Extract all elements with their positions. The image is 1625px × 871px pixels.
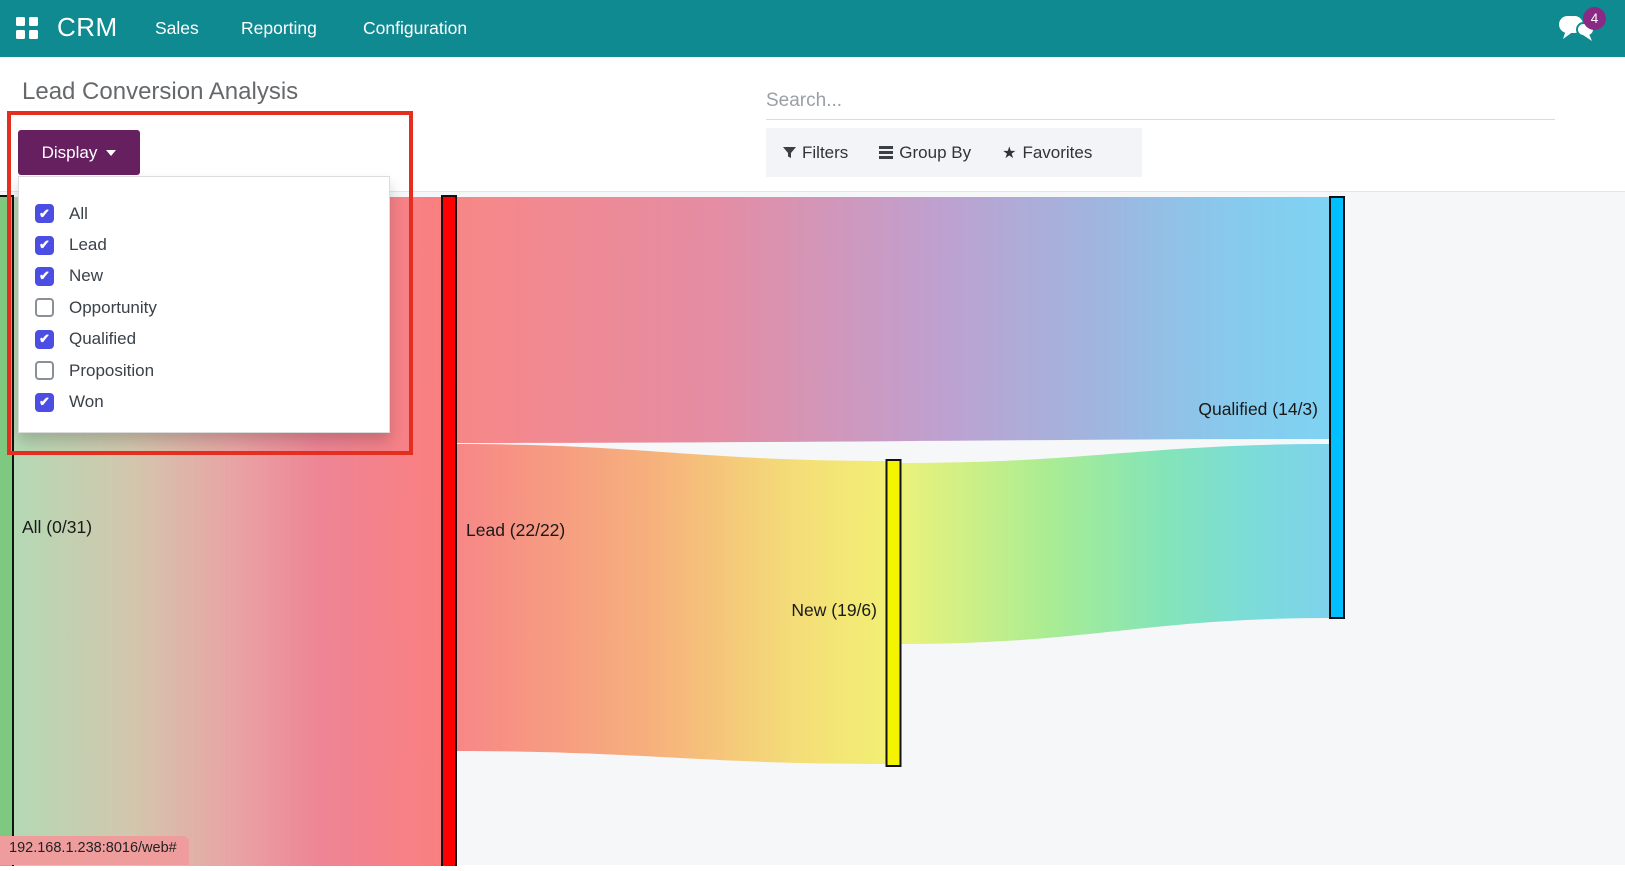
nav-item-configuration[interactable]: Configuration: [363, 18, 467, 39]
group-by-button[interactable]: Group By: [879, 143, 971, 163]
funnel-icon: [783, 146, 796, 159]
checkbox-icon[interactable]: [35, 267, 54, 286]
dropdown-item-opportunity[interactable]: Opportunity: [35, 292, 389, 323]
checkbox-icon[interactable]: [35, 393, 54, 412]
checkbox-icon[interactable]: [35, 204, 54, 223]
group-by-label: Group By: [899, 143, 971, 163]
filters-button[interactable]: Filters: [783, 143, 848, 163]
crm-app-window: { "navbar": { "brand": "CRM", "menu": { …: [0, 0, 1625, 865]
messages-count-badge[interactable]: 4: [1583, 7, 1606, 30]
nav-item-sales[interactable]: Sales: [155, 18, 199, 39]
node-new[interactable]: [887, 460, 901, 766]
display-dropdown-button[interactable]: Display: [18, 130, 140, 175]
checkbox-icon[interactable]: [35, 330, 54, 349]
dropdown-item-label: Qualified: [69, 329, 136, 349]
checkbox-icon[interactable]: [35, 361, 54, 380]
favorites-label: Favorites: [1022, 143, 1092, 163]
nav-item-reporting[interactable]: Reporting: [241, 18, 317, 39]
dropdown-item-label: Won: [69, 392, 104, 412]
display-dropdown-menu: All Lead New Opportunity Qualified Propo…: [18, 176, 390, 433]
star-icon: ★: [1002, 143, 1016, 163]
top-navbar: CRM Sales Reporting Configuration 4: [0, 0, 1625, 57]
search-input[interactable]: [766, 82, 1555, 119]
display-button-label: Display: [42, 143, 98, 163]
node-label-lead: Lead (22/22): [466, 520, 565, 540]
dropdown-item-lead[interactable]: Lead: [35, 229, 389, 260]
dropdown-item-won[interactable]: Won: [35, 386, 389, 417]
dropdown-item-all[interactable]: All: [35, 198, 389, 229]
flow-new-to-qualified[interactable]: [901, 444, 1330, 644]
page-title: Lead Conversion Analysis: [22, 78, 298, 106]
node-lead[interactable]: [442, 196, 456, 866]
dropdown-item-label: Proposition: [69, 361, 154, 381]
checkbox-icon[interactable]: [35, 236, 54, 255]
dropdown-item-label: Lead: [69, 235, 107, 255]
checkbox-icon[interactable]: [35, 298, 54, 317]
status-bar-url: 192.168.1.238:8016/web#: [0, 836, 189, 865]
apps-menu-icon[interactable]: [16, 17, 38, 39]
filter-toolbar: Filters Group By ★ Favorites: [766, 128, 1142, 177]
node-all[interactable]: [0, 196, 13, 866]
chevron-down-icon: [106, 150, 116, 156]
node-qualified[interactable]: [1330, 197, 1344, 618]
node-label-new: New (19/6): [791, 600, 877, 620]
dropdown-item-qualified[interactable]: Qualified: [35, 324, 389, 355]
filters-label: Filters: [802, 143, 848, 163]
group-by-icon: [879, 144, 893, 162]
dropdown-item-label: New: [69, 266, 103, 286]
dropdown-item-proposition[interactable]: Proposition: [35, 355, 389, 386]
node-label-qualified: Qualified (14/3): [1198, 399, 1318, 419]
node-label-all: All (0/31): [22, 517, 92, 537]
favorites-button[interactable]: ★ Favorites: [1002, 143, 1092, 163]
dropdown-item-label: Opportunity: [69, 298, 157, 318]
app-brand[interactable]: CRM: [57, 12, 118, 43]
search-box: [766, 82, 1555, 120]
dropdown-item-new[interactable]: New: [35, 261, 389, 292]
dropdown-item-label: All: [69, 204, 88, 224]
